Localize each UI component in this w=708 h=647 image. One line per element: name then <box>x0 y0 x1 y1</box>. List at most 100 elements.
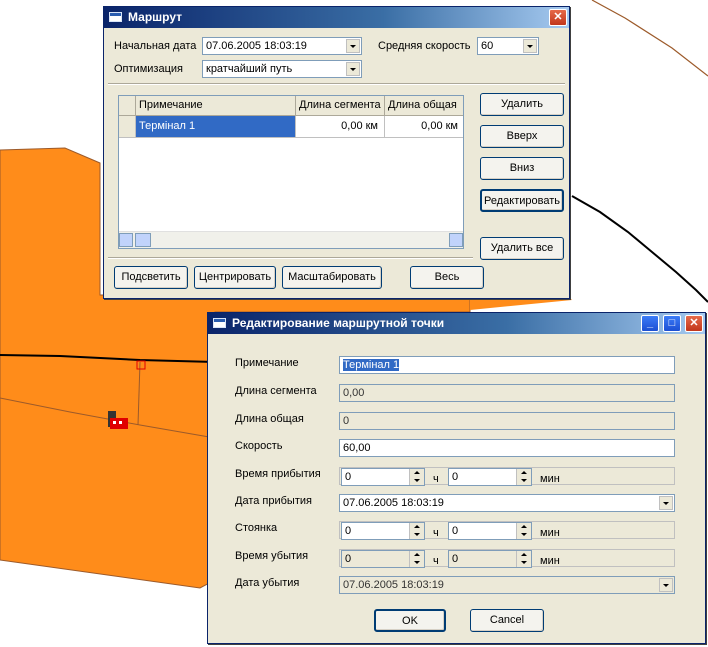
hours-unit: ч <box>433 473 439 485</box>
arrival-hours-stepper[interactable]: 0 <box>341 468 425 486</box>
optimization-label: Оптимизация <box>114 63 183 75</box>
spin-icon[interactable] <box>409 523 424 539</box>
stop-hours-stepper[interactable]: 0 <box>341 522 425 540</box>
column-header-segment[interactable]: Длина сегмента <box>296 96 385 116</box>
maximize-button[interactable]: □ <box>663 315 681 332</box>
delete-all-button[interactable]: Удалить все <box>480 237 564 260</box>
move-down-button[interactable]: Вниз <box>480 157 564 180</box>
cancel-button[interactable]: Cancel <box>470 609 544 632</box>
segment-length-field: 0,00 <box>339 384 675 402</box>
column-header-total[interactable]: Длина общая <box>385 96 463 116</box>
avg-speed-label: Средняя скорость <box>378 40 471 52</box>
chevron-down-icon[interactable] <box>659 496 673 510</box>
chevron-down-icon[interactable] <box>659 578 673 592</box>
highlight-button[interactable]: Подсветить <box>114 266 188 289</box>
note-value: Термінал 1 <box>343 359 400 371</box>
arrival-hours-value: 0 <box>345 471 352 483</box>
minimize-icon: _ <box>646 317 654 329</box>
stop-minutes-value: 0 <box>452 525 459 537</box>
start-date-label: Начальная дата <box>114 40 197 52</box>
edit-point-window: Редактирование маршрутной точки _ □ ✕ Пр… <box>207 312 706 644</box>
spin-icon[interactable] <box>409 469 424 485</box>
separator <box>108 257 473 259</box>
ok-button[interactable]: OK <box>374 609 446 632</box>
arrival-minutes-stepper[interactable]: 0 <box>448 468 532 486</box>
window-icon <box>213 318 226 328</box>
scale-button[interactable]: Масштабировать <box>282 266 382 289</box>
arrival-date-select[interactable]: 07.06.2005 18:03:19 <box>339 494 675 512</box>
departure-minutes-value: 0 <box>452 553 459 565</box>
speed-input[interactable]: 60,00 <box>339 439 675 457</box>
arrival-date-value: 07.06.2005 18:03:19 <box>343 497 444 509</box>
close-button[interactable]: ✕ <box>685 315 703 332</box>
map-road-black <box>571 195 708 303</box>
spin-icon[interactable] <box>516 469 531 485</box>
departure-hours-value: 0 <box>345 553 352 565</box>
chevron-down-icon[interactable] <box>346 39 360 53</box>
hours-unit: ч <box>433 555 439 567</box>
scroll-thumb[interactable] <box>135 233 151 247</box>
scroll-left-button[interactable] <box>119 233 133 247</box>
show-all-button[interactable]: Весь <box>410 266 484 289</box>
note-input[interactable]: Термінал 1 <box>339 356 675 374</box>
edit-button[interactable]: Редактировать <box>480 189 564 212</box>
close-icon: ✕ <box>689 317 699 329</box>
window-icon <box>109 12 122 22</box>
horizontal-scrollbar[interactable] <box>119 231 463 248</box>
minutes-unit: мин <box>540 555 560 567</box>
arrival-time-label: Время прибытия <box>235 468 321 480</box>
departure-minutes-stepper[interactable]: 0 <box>448 550 532 568</box>
minutes-unit: мин <box>540 473 560 485</box>
close-icon: ✕ <box>553 11 563 23</box>
edit-window-title: Редактирование маршрутной точки <box>232 316 445 330</box>
hours-unit: ч <box>433 527 439 539</box>
arrival-date-label: Дата прибытия <box>235 495 312 507</box>
route-points-table[interactable]: Примечание Длина сегмента Длина общая Те… <box>118 95 464 249</box>
edit-window-titlebar[interactable]: Редактирование маршрутной точки _ □ ✕ <box>208 313 705 334</box>
map-road-brown <box>591 0 708 77</box>
stop-hours-value: 0 <box>345 525 352 537</box>
route-window-title: Маршрут <box>128 10 183 24</box>
note-label: Примечание <box>235 357 299 369</box>
departure-date-select[interactable]: 07.06.2005 18:03:19 <box>339 576 675 594</box>
stop-minutes-stepper[interactable]: 0 <box>448 522 532 540</box>
total-length-label: Длина общая <box>235 413 304 425</box>
route-window: Маршрут ✕ Начальная дата 07.06.2005 18:0… <box>103 6 570 299</box>
row-indicator[interactable] <box>119 116 136 138</box>
table-row-segment[interactable]: 0,00 км <box>296 116 385 138</box>
chevron-down-icon[interactable] <box>523 39 537 53</box>
start-date-value: 07.06.2005 18:03:19 <box>206 40 307 52</box>
arrival-minutes-value: 0 <box>452 471 459 483</box>
column-header-note[interactable]: Примечание <box>136 96 296 116</box>
chevron-down-icon[interactable] <box>346 62 360 76</box>
table-row-note[interactable]: Термінал 1 <box>136 116 296 138</box>
optimization-select[interactable]: кратчайший путь <box>202 60 362 78</box>
departure-date-value: 07.06.2005 18:03:19 <box>343 579 444 591</box>
departure-time-label: Время убытия <box>235 550 309 562</box>
speed-label: Скорость <box>235 440 283 452</box>
optimization-value: кратчайший путь <box>206 63 293 75</box>
route-window-titlebar[interactable]: Маршрут ✕ <box>104 7 569 28</box>
minimize-button[interactable]: _ <box>641 315 659 332</box>
segment-length-label: Длина сегмента <box>235 385 317 397</box>
start-date-select[interactable]: 07.06.2005 18:03:19 <box>202 37 362 55</box>
separator <box>108 83 565 85</box>
departure-hours-stepper[interactable]: 0 <box>341 550 425 568</box>
avg-speed-select[interactable]: 60 <box>477 37 539 55</box>
spin-icon[interactable] <box>516 523 531 539</box>
spin-icon[interactable] <box>516 551 531 567</box>
maximize-icon: □ <box>668 317 676 329</box>
avg-speed-value: 60 <box>481 40 494 52</box>
center-button[interactable]: Центрировать <box>194 266 276 289</box>
delete-button[interactable]: Удалить <box>480 93 564 116</box>
stop-label: Стоянка <box>235 522 278 534</box>
scroll-right-button[interactable] <box>449 233 463 247</box>
minutes-unit: мин <box>540 527 560 539</box>
departure-date-label: Дата убытия <box>235 577 300 589</box>
total-length-field: 0 <box>339 412 675 430</box>
move-up-button[interactable]: Вверх <box>480 125 564 148</box>
table-row-total[interactable]: 0,00 км <box>385 116 463 138</box>
close-button[interactable]: ✕ <box>549 9 567 26</box>
table-row-header-corner <box>119 96 136 116</box>
spin-icon[interactable] <box>409 551 424 567</box>
